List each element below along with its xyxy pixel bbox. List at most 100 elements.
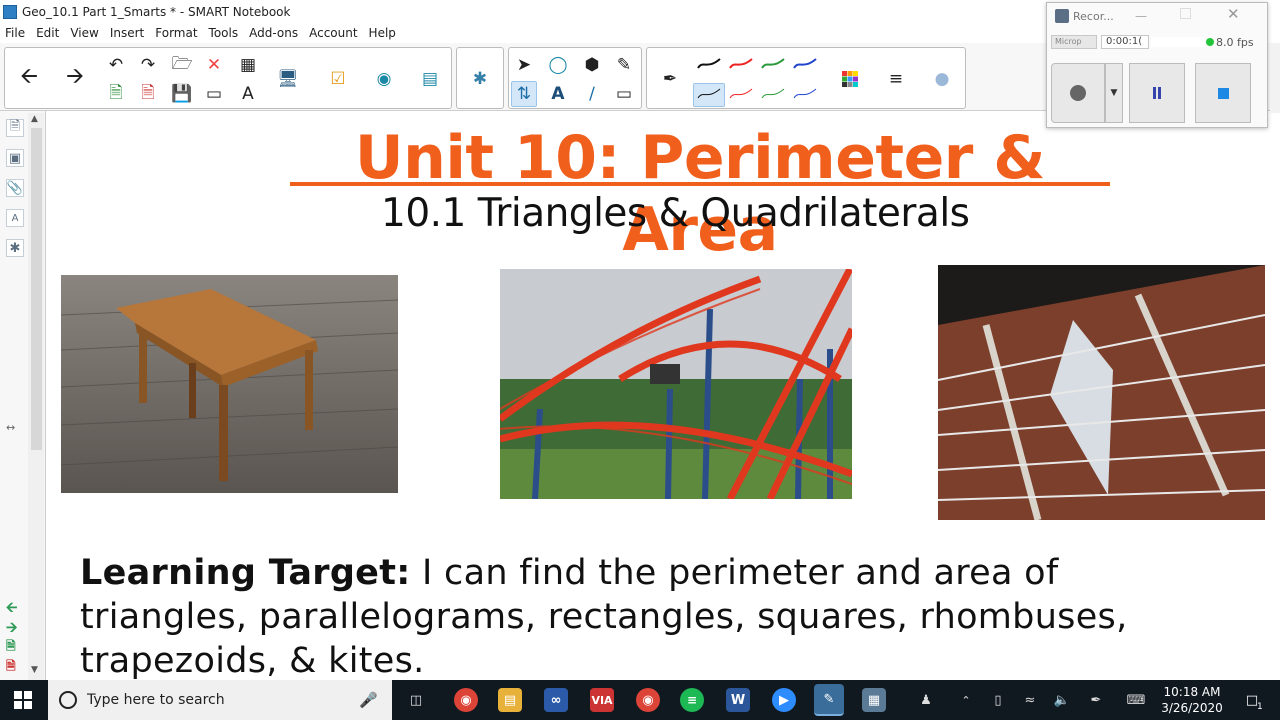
side-scrollbar-thumb[interactable] (31, 128, 42, 450)
trapezoid-table-photo[interactable] (61, 275, 398, 493)
menu-help[interactable]: Help (369, 26, 396, 40)
zoom-icon[interactable]: ▶ (772, 688, 796, 712)
puzzle-icon[interactable]: ✱ (467, 66, 493, 92)
pen-thin-green-icon[interactable] (759, 84, 787, 106)
save-icon[interactable]: 💾 (169, 81, 195, 107)
resize-handle-icon[interactable]: ↔ (6, 421, 15, 434)
transparency-icon[interactable]: ● (929, 66, 955, 92)
task-view-icon[interactable]: ◫ (404, 688, 428, 712)
menu-account[interactable]: Account (309, 26, 357, 40)
menu-addons[interactable]: Add-ons (249, 26, 298, 40)
record-button[interactable] (1051, 63, 1105, 123)
page-sorter-icon[interactable]: 🗎 (6, 119, 24, 137)
pen-thin-red-icon[interactable] (727, 84, 755, 106)
previous-page-icon[interactable]: 🡨 (9, 58, 49, 98)
keyboard-icon[interactable]: ⌨ (1124, 688, 1148, 712)
eraser-icon[interactable]: ▭ (611, 81, 637, 107)
properties-panel-icon[interactable]: A (6, 209, 24, 227)
scroll-down-icon[interactable]: ▼ (31, 665, 38, 675)
windows-start-icon[interactable] (14, 691, 32, 709)
stop-button[interactable] (1195, 63, 1251, 123)
recorder-taskbar-icon[interactable]: ▦ (862, 688, 886, 712)
taskbar-search-box[interactable]: Type here to search 🎤 (48, 680, 392, 720)
gallery-icon[interactable]: ▣ (6, 149, 24, 167)
add-page-icon[interactable]: 🗎 (103, 81, 129, 107)
fill-icon[interactable]: ⬢ (579, 52, 605, 78)
menu-edit[interactable]: Edit (36, 26, 59, 40)
display-icon[interactable]: 🖥 (275, 66, 301, 92)
recorder-app-icon (1055, 9, 1069, 23)
text-icon[interactable]: A (545, 81, 571, 107)
magic-pen-icon[interactable]: ✎ (611, 52, 637, 78)
roller-coaster-photo[interactable] (500, 269, 852, 499)
response-icon[interactable]: ☑ (325, 66, 351, 92)
menu-tools[interactable]: Tools (209, 26, 239, 40)
microphone-icon[interactable]: 🎤 (359, 691, 378, 709)
recorder-close-button[interactable]: ✕ (1227, 5, 1240, 23)
delete-icon[interactable]: ✕ (201, 52, 227, 78)
line-style-icon[interactable]: ≡ (883, 66, 909, 92)
title-bar: Geo_10.1 Part 1_Smarts * - SMART Noteboo… (0, 0, 1045, 23)
recorder-fps: 8.0 fps (1216, 36, 1254, 49)
shapes-icon[interactable]: ◯ (545, 52, 571, 78)
toolbar-group-tools: ➤ ◯ ⬢ ✎ ⇅ A ∕ ▭ (508, 47, 642, 109)
pen-workspace-icon[interactable]: ✒ (1084, 688, 1108, 712)
color-palette-icon[interactable] (837, 66, 863, 92)
guitar-fret-inlay-photo[interactable] (938, 265, 1265, 520)
volume-icon[interactable]: 🔈 (1050, 688, 1074, 712)
delete-page-icon[interactable]: 🗎 (135, 81, 161, 107)
document-camera-icon[interactable]: ▤ (417, 66, 443, 92)
pen-thin-black-icon[interactable] (693, 83, 725, 107)
pen-icon[interactable]: ✒ (657, 66, 683, 92)
pause-button[interactable] (1129, 63, 1185, 123)
menu-view[interactable]: View (70, 26, 98, 40)
search-placeholder: Type here to search (87, 692, 225, 708)
text-style-icon[interactable]: A (235, 81, 261, 107)
smart-notebook-taskbar-icon[interactable]: ✎ (814, 684, 844, 716)
select-arrow-icon[interactable]: ➤ (511, 52, 537, 78)
properties-icon[interactable]: ⇅ (511, 81, 537, 107)
table-icon[interactable]: ▦ (235, 52, 261, 78)
recorder-maximize-button[interactable] (1180, 8, 1191, 19)
show-hidden-icons-icon[interactable]: ⌃ (954, 688, 978, 712)
recorder-source-select[interactable]: Microp (1051, 35, 1097, 49)
right-scrollbar[interactable] (1270, 43, 1280, 113)
add-page-small-icon[interactable]: 🗎 (6, 637, 16, 658)
slide-subtitle: 10.1 Triangles & Quadrilaterals (381, 191, 970, 236)
menu-file[interactable]: File (5, 26, 25, 40)
pen-thin-blue-icon[interactable] (791, 84, 819, 106)
recorder-level-bar (1151, 37, 1205, 47)
spotify-icon[interactable]: ≡ (680, 688, 704, 712)
word-icon[interactable]: W (726, 688, 750, 712)
delete-page-small-icon[interactable]: 🗎 (6, 657, 16, 678)
clock[interactable]: 10:18 AM 3/26/2020 (1158, 684, 1226, 716)
pen-blue-icon[interactable] (791, 54, 819, 76)
pen-green-icon[interactable] (759, 54, 787, 76)
via-app-icon[interactable]: VIA (590, 688, 614, 712)
screen-shade-icon[interactable]: ▭ (201, 81, 227, 107)
battery-icon[interactable]: ▯ (986, 688, 1010, 712)
learning-target: Learning Target: I can find the perimete… (80, 551, 1220, 683)
chrome-icon[interactable]: ◉ (454, 688, 478, 712)
wifi-icon[interactable]: ≈ (1018, 688, 1042, 712)
menu-insert[interactable]: Insert (110, 26, 144, 40)
next-page-icon[interactable]: 🡪 (55, 58, 95, 98)
record-options-dropdown[interactable]: ▼ (1105, 63, 1123, 123)
attachments-icon[interactable]: 📎 (6, 179, 24, 197)
pen-red-icon[interactable] (727, 54, 755, 76)
pen-black-icon[interactable] (695, 54, 723, 76)
people-icon[interactable]: ♟ (914, 688, 938, 712)
line-icon[interactable]: ∕ (579, 81, 605, 107)
chrome-profile-icon[interactable]: ◉ (636, 688, 660, 712)
undo-icon[interactable]: ↶ (103, 52, 129, 78)
recorder-minimize-button[interactable]: — (1135, 9, 1147, 23)
recorder-title: Recor... (1073, 10, 1114, 23)
activity-builder-icon[interactable]: ◉ (371, 66, 397, 92)
ai-app-icon[interactable]: ∞ (544, 688, 568, 712)
open-file-icon[interactable]: 🗁 (169, 52, 195, 78)
addons-panel-icon[interactable]: ✱ (6, 239, 24, 257)
file-explorer-icon[interactable]: ▤ (498, 688, 522, 712)
redo-icon[interactable]: ↷ (135, 52, 161, 78)
scroll-up-icon[interactable]: ▲ (31, 114, 38, 124)
menu-format[interactable]: Format (155, 26, 197, 40)
